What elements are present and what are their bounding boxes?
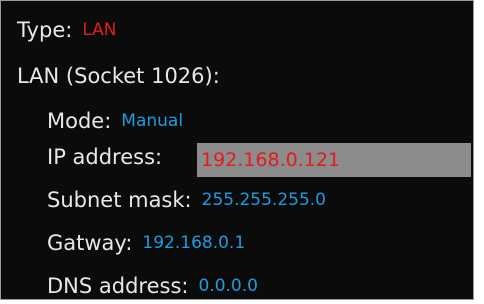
gateway-label: Gatway:: [47, 231, 133, 255]
subnet-mask-value[interactable]: 255.255.255.0: [202, 190, 326, 210]
dns-address-label: DNS address:: [47, 274, 189, 298]
mode-value[interactable]: Manual: [121, 111, 183, 131]
ip-address-label: IP address:: [47, 145, 163, 169]
mode-label: Mode:: [47, 109, 112, 133]
network-settings-panel: Type: LAN LAN (Socket 1026): Mode: Manua…: [0, 0, 474, 300]
type-label: Type:: [17, 18, 73, 42]
ip-address-input[interactable]: 192.168.0.121: [197, 143, 471, 177]
dns-address-row[interactable]: DNS address: 0.0.0.0: [47, 269, 258, 303]
lan-header-label: LAN (Socket 1026):: [17, 64, 220, 88]
mode-row[interactable]: Mode: Manual: [47, 104, 183, 138]
type-value[interactable]: LAN: [82, 20, 116, 40]
ip-address-row[interactable]: IP address:: [47, 140, 162, 174]
dns-address-value[interactable]: 0.0.0.0: [198, 276, 257, 296]
subnet-mask-row[interactable]: Subnet mask: 255.255.255.0: [47, 183, 326, 217]
subnet-mask-label: Subnet mask:: [47, 188, 192, 212]
gateway-value[interactable]: 192.168.0.1: [142, 233, 245, 253]
lan-section-header: LAN (Socket 1026):: [17, 59, 220, 93]
type-row[interactable]: Type: LAN: [17, 13, 117, 47]
gateway-row[interactable]: Gatway: 192.168.0.1: [47, 226, 245, 260]
